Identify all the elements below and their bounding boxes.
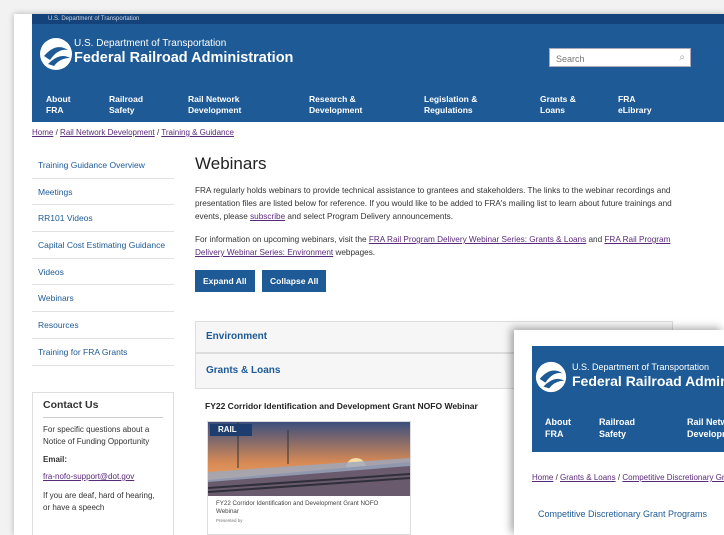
- site-header: U.S. Department of Transportation Federa…: [32, 24, 724, 122]
- nav-railroad-safety[interactable]: Railroad Safety: [109, 94, 143, 116]
- breadcrumb-home[interactable]: Home: [32, 128, 53, 137]
- contact-title: Contact Us: [43, 399, 163, 418]
- sidebar-item-training-fra-grants[interactable]: Training for FRA Grants: [32, 339, 174, 366]
- nav-grants-loans[interactable]: Grants & Loans: [540, 94, 576, 116]
- nav-about-fra[interactable]: About FRA: [545, 416, 571, 440]
- collapse-all-button[interactable]: Collapse All: [262, 270, 327, 292]
- sidebar-nav: Training Guidance Overview Meetings RR10…: [32, 152, 174, 366]
- nav-fra-elibrary[interactable]: FRA eLibrary: [618, 94, 652, 116]
- gov-banner: U.S. Department of Transportation: [32, 14, 724, 24]
- contact-email-link[interactable]: fra-nofo-support@dot.gov: [43, 472, 134, 481]
- main-nav: About FRA Railroad Safety Rail Network Deve…: [32, 86, 724, 122]
- contact-box: Contact Us For specific questions about …: [32, 392, 174, 535]
- department-name: U.S. Department of Transportation: [572, 362, 710, 372]
- sidebar-item-competitive-discretionary[interactable]: Competitive Discretionary Grant Programs: [538, 508, 708, 521]
- sidebar-item-rr101-videos[interactable]: RR101 Videos: [32, 205, 174, 233]
- nav-railroad-safety[interactable]: Railroad Safety: [599, 416, 635, 440]
- webinar-heading: FY22 Corridor Identification and Develop…: [205, 401, 478, 411]
- intro-text-2: and select Program Delivery announcement…: [285, 212, 454, 221]
- thumbnail-author: Presented by: [216, 518, 243, 523]
- subscribe-link[interactable]: subscribe: [250, 212, 285, 221]
- department-name: U.S. Department of Transportation: [74, 38, 227, 49]
- webinar-card[interactable]: RAIL FY22 Corridor Identification and De…: [207, 421, 411, 535]
- breadcrumb-home[interactable]: Home: [532, 473, 553, 482]
- contact-deaf-text: If you are deaf, hard of hearing, or hav…: [43, 491, 155, 512]
- info-paragraph: For information on upcoming webinars, vi…: [195, 233, 675, 259]
- breadcrumb: Home / Rail Network Development / Traini…: [32, 128, 234, 137]
- agency-title[interactable]: U.S. Department of Transportation Federa…: [74, 38, 293, 66]
- breadcrumb-separator: /: [55, 128, 58, 137]
- webinar-thumbnail[interactable]: [208, 422, 410, 496]
- email-label: Email:: [43, 455, 68, 464]
- breadcrumb-separator: /: [156, 128, 160, 137]
- overlay-screenshot: U.S. Department of Transportation Federa…: [514, 330, 724, 535]
- info-text-3: webpages.: [333, 248, 376, 257]
- info-text-2: and: [586, 235, 605, 244]
- sidebar-item-resources[interactable]: Resources: [32, 312, 174, 339]
- breadcrumb-separator: /: [555, 473, 558, 482]
- accordion-title: Environment: [206, 331, 268, 342]
- accordion-title: Grants & Loans: [206, 365, 281, 376]
- dot-logo-icon[interactable]: [38, 36, 74, 72]
- accordion-content: FY22 Corridor Identification and Develop…: [195, 389, 525, 535]
- thumbnail-caption: FY22 Corridor Identification and Develop…: [216, 500, 379, 515]
- nav-legislation-regulations[interactable]: Legislation & Regulations: [424, 94, 477, 116]
- agency-name: Federal Railroad Administration: [74, 50, 294, 66]
- info-text-1: For information on upcoming webinars, vi…: [195, 235, 369, 244]
- breadcrumb-grants-loans[interactable]: Grants & Loans: [560, 473, 616, 482]
- search-box: ⌕: [549, 48, 691, 68]
- breadcrumb-competitive-discretionary[interactable]: Competitive Discretionary Grant Programs: [622, 473, 724, 482]
- dot-logo-icon[interactable]: [534, 360, 568, 394]
- search-icon[interactable]: ⌕: [679, 52, 685, 63]
- contact-intro: For specific questions about a Notice of…: [43, 425, 150, 446]
- sidebar-item-training-guidance-overview[interactable]: Training Guidance Overview: [32, 152, 174, 179]
- nav-rail-network-development[interactable]: Rail NetworkDevelopment: [188, 94, 241, 116]
- nav-rail-network-development[interactable]: Rail NetworkDevelopment: [687, 416, 724, 440]
- breadcrumb-separator: /: [617, 473, 621, 482]
- breadcrumb-training-guidance[interactable]: Training & Guidance: [161, 128, 234, 137]
- intro-paragraph: FRA regularly holds webinars to provide …: [195, 184, 675, 223]
- overlay-header: U.S. Department of Transportation Federa…: [532, 346, 724, 452]
- sidebar-item-videos[interactable]: Videos: [32, 259, 174, 286]
- nav-research-development[interactable]: Research & Development: [309, 94, 362, 116]
- thumbnail-banner-text: RAIL: [218, 425, 237, 434]
- agency-name: Federal Railroad Administration: [572, 373, 724, 389]
- sidebar-item-capital-cost-estimating[interactable]: Capital Cost Estimating Guidance: [32, 232, 174, 259]
- breadcrumb-rail-network-development[interactable]: Rail Network Development: [60, 128, 155, 137]
- expand-all-button[interactable]: Expand All: [195, 270, 255, 292]
- sidebar-item-meetings[interactable]: Meetings: [32, 179, 174, 206]
- sidebar-item-webinars[interactable]: Webinars: [32, 285, 174, 313]
- overlay-agency-title[interactable]: U.S. Department of Transportation Federa…: [572, 362, 724, 389]
- search-input[interactable]: [550, 50, 668, 68]
- main-content: Webinars FRA regularly holds webinars to…: [195, 154, 675, 269]
- overlay-breadcrumb: Home / Grants & Loans / Competitive Disc…: [532, 473, 724, 482]
- nav-about-fra[interactable]: About FRA: [46, 94, 71, 116]
- grants-loans-webinar-link[interactable]: FRA Rail Program Delivery Webinar Series…: [369, 235, 586, 244]
- page-title: Webinars: [195, 154, 267, 173]
